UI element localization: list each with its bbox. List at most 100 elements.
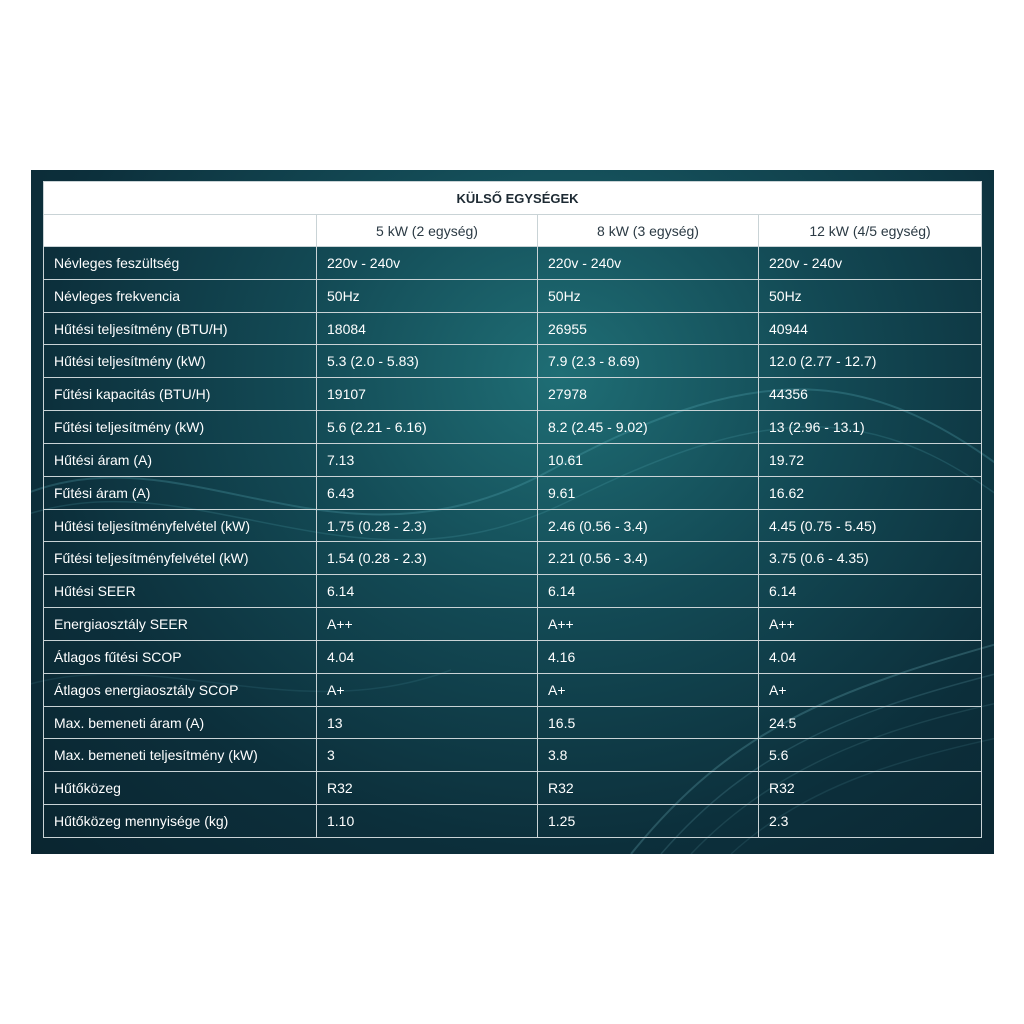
- table-row: Max. bemeneti áram (A) 13 16.5 24.5: [43, 705, 983, 740]
- table-cell: 4.04: [316, 639, 538, 674]
- table-cell: A++: [316, 607, 538, 641]
- table-cell: 50Hz: [316, 278, 538, 313]
- table-row: Átlagos fűtési SCOP 4.04 4.16 4.04: [43, 639, 983, 674]
- table-row: Hűtőközeg R32 R32 R32: [43, 771, 983, 806]
- table-cell: 8.2 (2.45 - 9.02): [537, 410, 759, 444]
- row-label: Fűtési kapacitás (BTU/H): [43, 377, 317, 412]
- row-label: Átlagos energiaosztály SCOP: [43, 672, 317, 707]
- table-cell: 3.8: [537, 738, 759, 773]
- row-label: Átlagos fűtési SCOP: [43, 639, 317, 674]
- row-label: Fűtési teljesítmény (kW): [43, 410, 317, 444]
- table-row: Névleges frekvencia 50Hz 50Hz 50Hz: [43, 278, 983, 313]
- table-cell: 13: [316, 705, 538, 740]
- row-label: Max. bemeneti áram (A): [43, 705, 317, 740]
- table-header-row: 5 kW (2 egység) 8 kW (3 egység) 12 kW (4…: [43, 214, 983, 247]
- table-cell: 7.9 (2.3 - 8.69): [537, 344, 759, 379]
- table-title-row: KÜLSŐ EGYSÉGEK: [42, 181, 983, 215]
- table-body: Névleges feszültség 220v - 240v 220v - 240…: [43, 246, 983, 838]
- header-cell-12kw: 12 kW (4/5 egység): [757, 214, 983, 247]
- table-cell: 3: [316, 738, 538, 773]
- row-label: Hűtési teljesítményfelvétel (kW): [43, 508, 317, 543]
- table-row: Hűtési SEER 6.14 6.14 6.14: [43, 574, 983, 609]
- table-cell: 5.3 (2.0 - 5.83): [316, 344, 538, 379]
- header-cell-8kw: 8 kW (3 egység): [537, 214, 759, 247]
- table-row: Átlagos energiaosztály SCOP A+ A+ A+: [43, 672, 983, 707]
- table-row: Energiaosztály SEER A++ A++ A++: [43, 607, 983, 641]
- table-cell: 220v - 240v: [757, 246, 983, 280]
- row-label: Max. bemeneti teljesítmény (kW): [43, 738, 317, 773]
- table-cell: 18084: [316, 311, 538, 346]
- table-row: Hűtési teljesítmény (kW) 5.3 (2.0 - 5.83)…: [43, 344, 983, 379]
- table-cell: R32: [316, 771, 538, 806]
- table-cell: 2.3: [757, 804, 983, 838]
- header-cell-empty: [43, 214, 317, 247]
- table-cell: 4.04: [757, 639, 983, 674]
- table-cell: 4.16: [537, 639, 759, 674]
- table-row: Hűtési teljesítmény (BTU/H) 18084 26955 409…: [43, 311, 983, 346]
- table-cell: 10.61: [537, 442, 759, 477]
- table-cell: 16.62: [757, 475, 983, 510]
- table-cell: 24.5: [757, 705, 983, 740]
- table-row: Fűtési teljesítmény (kW) 5.6 (2.21 - 6.16…: [43, 410, 983, 444]
- table-cell: 2.21 (0.56 - 3.4): [537, 541, 759, 576]
- table-cell: 1.54 (0.28 - 2.3): [316, 541, 538, 576]
- table-row: Hűtési áram (A) 7.13 10.61 19.72: [43, 442, 983, 477]
- table-row: Fűtési kapacitás (BTU/H) 19107 27978 44356: [43, 377, 983, 412]
- table-cell: 7.13: [316, 442, 538, 477]
- table-cell: 6.14: [537, 574, 759, 609]
- row-label: Fűtési áram (A): [43, 475, 317, 510]
- header-cell-5kw: 5 kW (2 egység): [316, 214, 538, 247]
- row-label: Névleges feszültség: [43, 246, 317, 280]
- table-row: Fűtési teljesítményfelvétel (kW) 1.54 (0.…: [43, 541, 983, 576]
- table-cell: 4.45 (0.75 - 5.45): [757, 508, 983, 543]
- table-cell: 1.75 (0.28 - 2.3): [316, 508, 538, 543]
- table-cell: A++: [757, 607, 983, 641]
- table-cell: 27978: [537, 377, 759, 412]
- table-row: Hűtési teljesítményfelvétel (kW) 1.75 (0.…: [43, 508, 983, 543]
- table-cell: 220v - 240v: [537, 246, 759, 280]
- row-label: Hűtési teljesítmény (kW): [43, 344, 317, 379]
- table-cell: 2.46 (0.56 - 3.4): [537, 508, 759, 543]
- table-cell: 3.75 (0.6 - 4.35): [757, 541, 983, 576]
- row-label: Hűtési teljesítmény (BTU/H): [43, 311, 317, 346]
- table-row: Hűtőközeg mennyisége (kg) 1.10 1.25 2.3: [43, 804, 983, 838]
- table-cell: 6.14: [316, 574, 538, 609]
- table-cell: 50Hz: [537, 278, 759, 313]
- table-title: KÜLSŐ EGYSÉGEK: [42, 181, 983, 215]
- table-cell: 16.5: [537, 705, 759, 740]
- spec-panel: KÜLSŐ EGYSÉGEK 5 kW (2 egység) 8 kW (3 e…: [31, 170, 994, 854]
- table-cell: A+: [316, 672, 538, 707]
- table-cell: 40944: [757, 311, 983, 346]
- table-cell: 12.0 (2.77 - 12.7): [757, 344, 983, 379]
- row-label: Energiaosztály SEER: [43, 607, 317, 641]
- table-cell: 19.72: [757, 442, 983, 477]
- table-cell: 5.6 (2.21 - 6.16): [316, 410, 538, 444]
- table-row: Névleges feszültség 220v - 240v 220v - 240…: [43, 246, 983, 280]
- row-label: Hűtési SEER: [43, 574, 317, 609]
- table-cell: A+: [757, 672, 983, 707]
- table-cell: R32: [757, 771, 983, 806]
- table-cell: 1.25: [537, 804, 759, 838]
- row-label: Névleges frekvencia: [43, 278, 317, 313]
- table-cell: A++: [537, 607, 759, 641]
- table-cell: 44356: [757, 377, 983, 412]
- table-cell: 220v - 240v: [316, 246, 538, 280]
- table-cell: 6.14: [757, 574, 983, 609]
- table-cell: A+: [537, 672, 759, 707]
- table-row: Max. bemeneti teljesítmény (kW) 3 3.8 5.6: [43, 738, 983, 773]
- table-cell: 19107: [316, 377, 538, 412]
- table-row: Fűtési áram (A) 6.43 9.61 16.62: [43, 475, 983, 510]
- row-label: Hűtőközeg mennyisége (kg): [43, 804, 317, 838]
- table-cell: 9.61: [537, 475, 759, 510]
- table-cell: 26955: [537, 311, 759, 346]
- table-cell: 1.10: [316, 804, 538, 838]
- row-label: Hűtőközeg: [43, 771, 317, 806]
- table-cell: 6.43: [316, 475, 538, 510]
- table-cell: 5.6: [757, 738, 983, 773]
- spec-table: KÜLSŐ EGYSÉGEK 5 kW (2 egység) 8 kW (3 e…: [42, 181, 983, 838]
- row-label: Fűtési teljesítményfelvétel (kW): [43, 541, 317, 576]
- table-cell: R32: [537, 771, 759, 806]
- row-label: Hűtési áram (A): [43, 442, 317, 477]
- table-cell: 50Hz: [757, 278, 983, 313]
- table-cell: 13 (2.96 - 13.1): [757, 410, 983, 444]
